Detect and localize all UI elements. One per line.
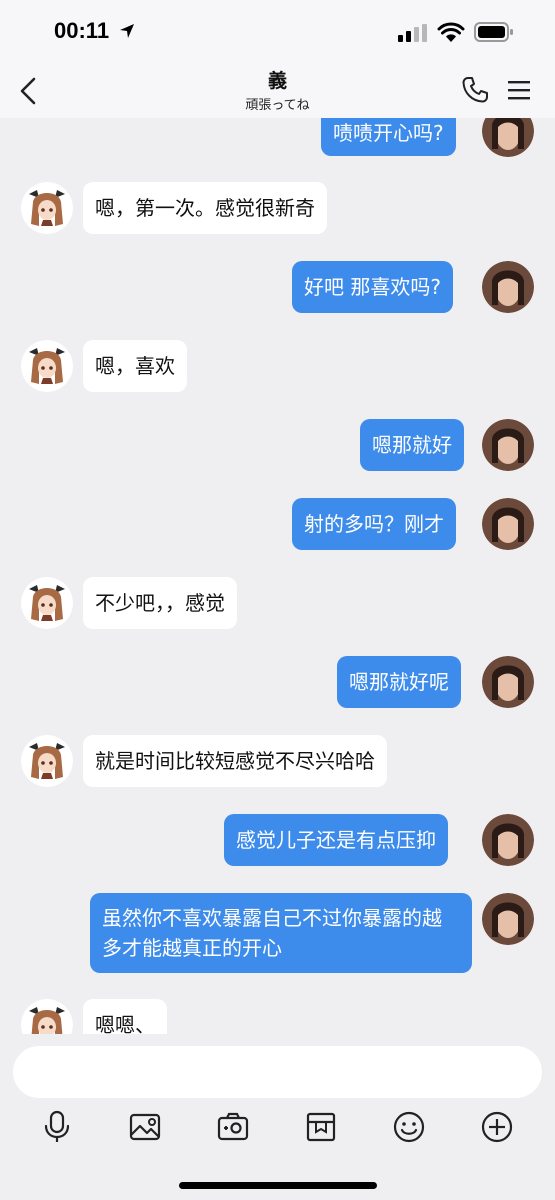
avatar-self[interactable] <box>482 498 534 550</box>
location-arrow-icon <box>120 24 134 38</box>
wifi-icon <box>437 22 465 42</box>
avatar-self[interactable] <box>482 419 534 471</box>
message-bubble-outgoing[interactable]: 好吧 那喜欢吗? <box>292 261 453 313</box>
avatar-self[interactable] <box>482 893 534 945</box>
avatar-contact[interactable] <box>21 999 73 1034</box>
home-indicator[interactable] <box>179 1182 377 1189</box>
message-list[interactable]: 啧啧开心吗? 嗯，第一次。感觉很新奇 好吧 那喜欢吗? 嗯，喜欢 嗯那就好 射的… <box>0 118 555 1034</box>
avatar-contact[interactable] <box>21 577 73 629</box>
composer <box>0 1034 555 1200</box>
avatar-self[interactable] <box>482 656 534 708</box>
battery-icon <box>474 22 513 42</box>
avatar-contact[interactable] <box>21 340 73 392</box>
avatar-self[interactable] <box>482 814 534 866</box>
emoji-icon[interactable] <box>392 1110 426 1144</box>
status-time: 00:11 <box>54 18 110 43</box>
microphone-icon[interactable] <box>40 1110 74 1144</box>
plus-icon[interactable] <box>480 1110 514 1144</box>
avatar-contact[interactable] <box>21 182 73 234</box>
message-bubble-incoming[interactable]: 就是时间比较短感觉不尽兴哈哈 <box>83 735 387 787</box>
gift-box-icon[interactable] <box>304 1110 338 1144</box>
avatar-self[interactable] <box>482 261 534 313</box>
message-bubble-incoming[interactable]: 嗯，喜欢 <box>83 340 187 392</box>
message-bubble-outgoing[interactable]: 嗯那就好 <box>360 419 464 471</box>
chat-screen: 00:11 義 頑張ってね 啧啧开心吗? 嗯，第一次。感觉很新奇 好吧 那喜欢吗… <box>0 0 555 1200</box>
cellular-signal-icon <box>398 24 427 42</box>
chat-header: 義 頑張ってね <box>0 64 555 118</box>
message-bubble-outgoing[interactable]: 感觉儿子还是有点压抑 <box>224 814 448 866</box>
message-bubble-incoming[interactable]: 嗯，第一次。感觉很新奇 <box>83 182 327 234</box>
message-bubble-outgoing[interactable]: 虽然你不喜欢暴露自己不过你暴露的越多才能越真正的开心 <box>90 893 472 973</box>
message-bubble-outgoing[interactable]: 嗯那就好呢 <box>337 656 461 708</box>
avatar-contact[interactable] <box>21 735 73 787</box>
message-input[interactable] <box>13 1046 542 1098</box>
phone-icon[interactable] <box>460 75 490 105</box>
image-icon[interactable] <box>128 1110 162 1144</box>
status-bar: 00:11 <box>0 0 555 64</box>
menu-icon[interactable] <box>507 78 531 102</box>
camera-icon[interactable] <box>216 1110 250 1144</box>
avatar-self[interactable] <box>482 118 534 157</box>
message-bubble-outgoing[interactable]: 啧啧开心吗? <box>321 118 456 156</box>
message-bubble-incoming[interactable]: 不少吧，，感觉 <box>83 577 237 629</box>
message-bubble-incoming[interactable]: 嗯嗯、 <box>83 999 167 1034</box>
message-bubble-outgoing[interactable]: 射的多吗？刚才 <box>292 498 456 550</box>
